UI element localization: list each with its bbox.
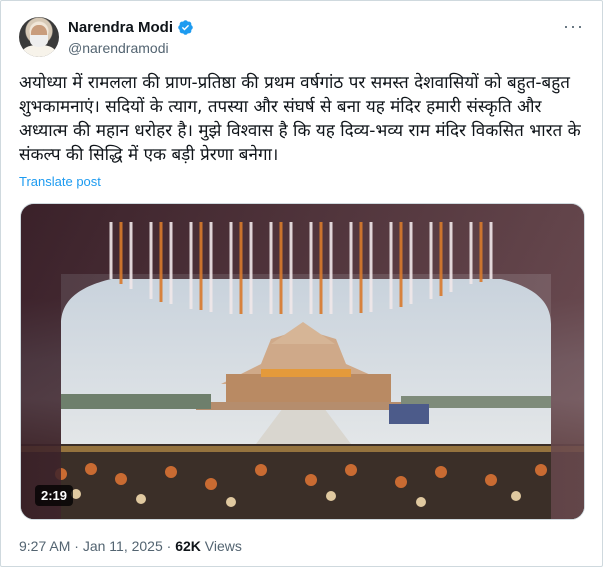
meta-separator: · [70,538,83,554]
post-text: अयोध्या में रामलला की प्राण-प्रतिष्ठा की… [19,73,587,165]
verified-badge-icon [178,20,193,35]
video-thumbnail[interactable] [20,203,585,520]
meta-separator: · [162,538,176,554]
author-handle[interactable]: @narendramodi [68,40,169,56]
post-date[interactable]: Jan 11, 2025 [83,538,163,554]
views-count: 62K [175,538,201,554]
author-name[interactable]: Narendra Modi [68,19,173,36]
views-label: Views [200,538,242,554]
temple-scene-image [21,204,584,519]
video-duration-badge: 2:19 [35,485,74,506]
more-options-icon[interactable]: ··· [563,17,584,35]
post-time[interactable]: 9:27 AM [19,538,70,554]
avatar[interactable] [19,17,59,57]
post-meta: 9:27 AM · Jan 11, 2025 · 62K Views [19,538,242,554]
translate-post-link[interactable]: Translate post [19,174,101,189]
author-name-row: Narendra Modi [68,19,194,36]
post-card: Narendra Modi @narendramodi ··· अयोध्या … [0,0,603,567]
